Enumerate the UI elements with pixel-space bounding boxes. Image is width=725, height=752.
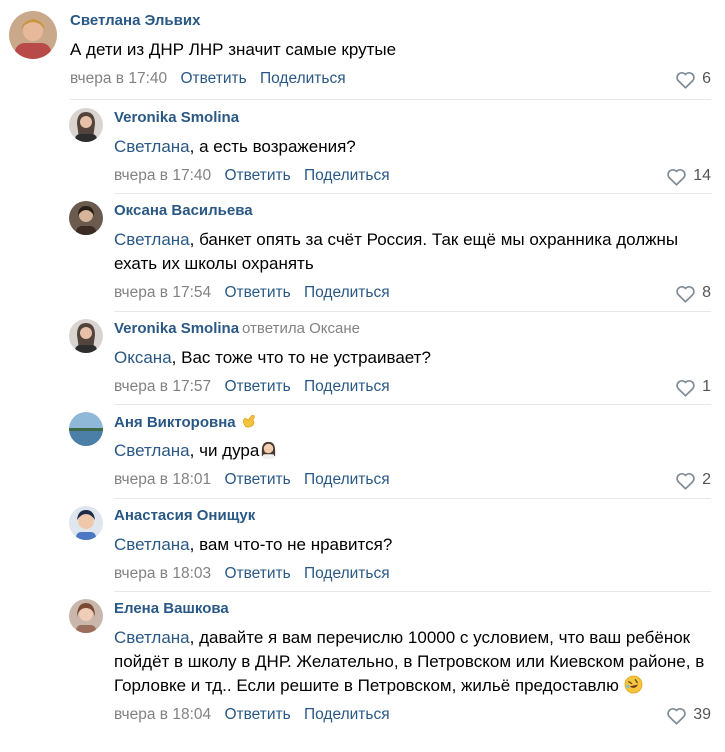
share-button[interactable]: Поделиться	[304, 284, 390, 301]
woman-facepalming-emoji	[262, 441, 276, 459]
like-count: 6	[702, 70, 711, 87]
author-name[interactable]: Елена Вашкова	[114, 600, 229, 617]
share-button[interactable]: Поделиться	[304, 378, 390, 395]
comment-text-body: , банкет опять за счёт Россия. Так ещё м…	[114, 230, 679, 273]
heart-outline-icon	[667, 168, 686, 186]
like-button[interactable]: 6	[675, 69, 711, 89]
timestamp[interactable]: вчера в 17:54	[114, 284, 211, 301]
author-name[interactable]: Veronika Smolina	[114, 320, 239, 337]
timestamp[interactable]: вчера в 17:40	[70, 70, 167, 87]
comment-text-body: , Вас тоже что то не устраивает?	[171, 348, 431, 367]
like-button[interactable]: 2	[675, 470, 711, 490]
comment-text: Светлана, вам что-то не нравится?	[114, 533, 711, 557]
reply-button[interactable]: Ответить	[224, 706, 290, 723]
comment-text: Оксана, Вас тоже что то не устраивает?	[114, 346, 711, 370]
mention-link[interactable]: Светлана	[114, 441, 190, 460]
like-count: 1	[702, 378, 711, 395]
comment-text-body: , чи дура	[189, 441, 260, 460]
comment-meta: вчера в 18:01 Ответить Поделиться 2	[114, 470, 711, 490]
author-name[interactable]: Аня Викторовна	[114, 414, 236, 431]
heart-outline-icon	[676, 472, 695, 490]
heart-outline-icon	[676, 71, 695, 89]
comment-meta: вчера в 18:04 Ответить Поделиться 39	[114, 705, 711, 725]
author-name[interactable]: Анастасия Онищук	[114, 507, 255, 524]
mention-link[interactable]: Светлана	[114, 535, 190, 554]
reply-button[interactable]: Ответить	[224, 167, 290, 184]
comment-text: Светлана, а есть возражения?	[114, 135, 711, 159]
like-button[interactable]: 1	[675, 377, 711, 397]
divider	[114, 591, 711, 592]
share-button[interactable]: Поделиться	[304, 565, 390, 582]
comment-meta: вчера в 17:40 Ответить Поделиться 14	[114, 166, 711, 186]
comment-text-body: , давайте я вам перечислю 10000 с услови…	[114, 628, 705, 695]
timestamp[interactable]: вчера в 17:57	[114, 378, 211, 395]
avatar[interactable]	[69, 506, 103, 540]
comment-meta: вчера в 17:54 Ответить Поделиться 8	[114, 283, 711, 303]
reply-button[interactable]: Ответить	[224, 471, 290, 488]
reply-button[interactable]: Ответить	[180, 70, 246, 87]
like-button[interactable]: 14	[666, 166, 711, 186]
like-count: 14	[693, 167, 711, 184]
avatar[interactable]	[69, 599, 103, 633]
share-button[interactable]: Поделиться	[260, 70, 346, 87]
divider	[114, 193, 711, 194]
reply-button[interactable]: Ответить	[224, 565, 290, 582]
divider	[70, 99, 711, 100]
like-button[interactable]: 39	[666, 705, 711, 725]
timestamp[interactable]: вчера в 18:03	[114, 565, 211, 582]
author-name[interactable]: Оксана Васильева	[114, 202, 253, 219]
rolling-laughing-emoji	[624, 675, 643, 694]
comment-text-body: , вам что-то не нравится?	[189, 535, 393, 554]
share-button[interactable]: Поделиться	[304, 471, 390, 488]
timestamp[interactable]: вчера в 17:40	[114, 167, 211, 184]
comment-text: А дети из ДНР ЛНР значит самые крутые	[70, 38, 711, 62]
timestamp[interactable]: вчера в 18:01	[114, 471, 211, 488]
comment-meta: вчера в 17:40 Ответить Поделиться 6	[70, 69, 711, 89]
like-count: 39	[693, 706, 711, 723]
reply-button[interactable]: Ответить	[224, 284, 290, 301]
divider	[114, 498, 711, 499]
author-name[interactable]: Veronika Smolina	[114, 109, 239, 126]
timestamp[interactable]: вчера в 18:04	[114, 706, 211, 723]
divider	[114, 311, 711, 312]
mention-link[interactable]: Светлана	[114, 230, 190, 249]
heart-outline-icon	[676, 379, 695, 397]
avatar[interactable]	[69, 412, 103, 446]
mention-link[interactable]: Светлана	[114, 137, 190, 156]
comment-text-body: А дети из ДНР ЛНР значит самые крутые	[70, 40, 397, 59]
comment-text: Светлана, чи дура	[114, 439, 711, 463]
share-button[interactable]: Поделиться	[304, 706, 390, 723]
author-name[interactable]: Светлана Эльвих	[70, 12, 200, 29]
avatar[interactable]	[69, 201, 103, 235]
comment-feed: Светлана Эльвих А дети из ДНР ЛНР значит…	[0, 0, 725, 752]
heart-outline-icon	[667, 707, 686, 725]
comment-text-body: , а есть возражения?	[189, 137, 356, 156]
comment-text: Светлана, давайте я вам перечислю 10000 …	[114, 626, 711, 698]
like-count: 2	[702, 471, 711, 488]
avatar[interactable]	[69, 319, 103, 353]
share-button[interactable]: Поделиться	[304, 167, 390, 184]
avatar[interactable]	[9, 11, 57, 59]
mention-link[interactable]: Оксана	[114, 348, 172, 367]
comment-meta: вчера в 17:57 Ответить Поделиться 1	[114, 377, 711, 397]
mention-link[interactable]: Светлана	[114, 628, 190, 647]
reply-to-label[interactable]: ответила Оксане	[242, 320, 360, 337]
comment-text: Светлана, банкет опять за счёт Россия. Т…	[114, 228, 711, 276]
reply-button[interactable]: Ответить	[224, 378, 290, 395]
avatar[interactable]	[69, 108, 103, 142]
like-button[interactable]: 8	[675, 283, 711, 303]
like-count: 8	[702, 284, 711, 301]
heart-outline-icon	[676, 285, 695, 303]
comment-meta: вчера в 18:03 Ответить Поделиться	[114, 564, 711, 584]
call-me-hand-emoji	[242, 415, 255, 428]
divider	[114, 404, 711, 405]
